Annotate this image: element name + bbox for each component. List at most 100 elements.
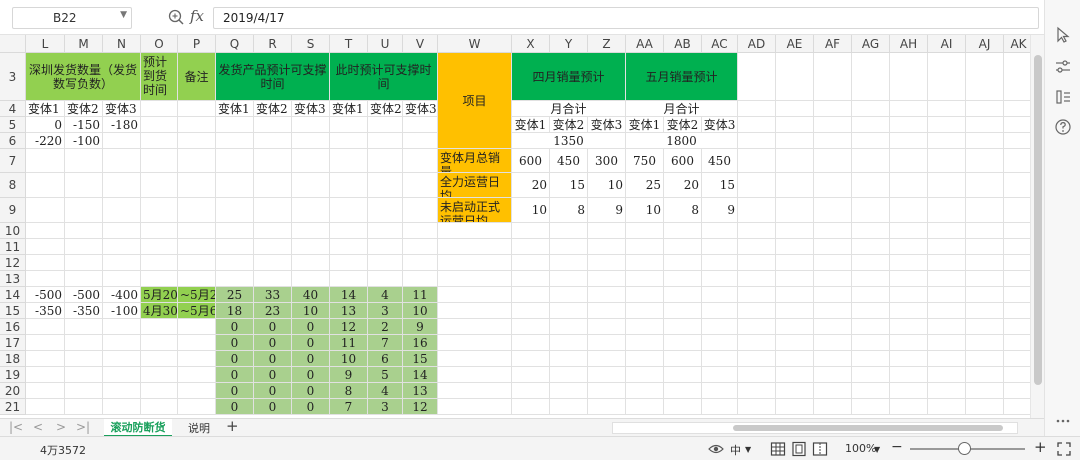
forecast-value[interactable]: 25 (626, 173, 664, 198)
empty-cell[interactable] (216, 173, 254, 198)
column-header[interactable]: AC (702, 35, 738, 53)
column-header[interactable]: AD (738, 35, 776, 53)
empty-cell[interactable] (1004, 101, 1030, 117)
support-time-value[interactable]: 0 (216, 399, 254, 415)
empty-cell[interactable] (438, 303, 512, 319)
empty-cell[interactable] (626, 287, 664, 303)
empty-cell[interactable] (702, 335, 738, 351)
empty-cell[interactable] (966, 149, 1004, 173)
support-time-value[interactable]: 0 (254, 383, 292, 399)
empty-cell[interactable] (966, 173, 1004, 198)
empty-cell[interactable] (368, 149, 403, 173)
empty-cell[interactable] (814, 367, 852, 383)
empty-cell[interactable] (550, 223, 588, 239)
variant-label[interactable]: 变体1 (330, 101, 368, 117)
empty-cell[interactable] (852, 319, 890, 335)
row-header[interactable]: 21 (0, 399, 26, 415)
empty-cell[interactable] (664, 367, 702, 383)
empty-cell[interactable] (103, 383, 141, 399)
empty-cell[interactable] (588, 335, 626, 351)
empty-cell[interactable] (512, 223, 550, 239)
support-time-value[interactable]: 18 (216, 303, 254, 319)
empty-cell[interactable] (141, 173, 178, 198)
remark-value[interactable]: ~5月2 (178, 287, 216, 303)
empty-cell[interactable] (626, 239, 664, 255)
input-language[interactable]: 中 (730, 442, 741, 458)
empty-cell[interactable] (738, 223, 776, 239)
support-time-value[interactable]: 10 (292, 303, 330, 319)
empty-cell[interactable] (814, 133, 852, 149)
shipping-value[interactable]: -180 (103, 117, 141, 133)
empty-cell[interactable] (512, 287, 550, 303)
empty-cell[interactable] (702, 271, 738, 287)
empty-cell[interactable] (178, 255, 216, 271)
empty-cell[interactable] (141, 271, 178, 287)
empty-cell[interactable] (438, 271, 512, 287)
item-header[interactable]: 项目 (438, 53, 512, 149)
spreadsheet-grid[interactable]: L M N O P Q R S T U V W X Y Z AA AB AC AD AE AF AG AH AI AJ AK 3 4 5… (0, 35, 1030, 418)
empty-cell[interactable] (890, 303, 928, 319)
empty-cell[interactable] (403, 239, 438, 255)
column-header[interactable]: N (103, 35, 141, 53)
empty-cell[interactable] (254, 117, 292, 133)
column-header[interactable]: AK (1004, 35, 1030, 53)
empty-cell[interactable] (664, 287, 702, 303)
page-layout-icon[interactable] (791, 441, 807, 457)
variant-label[interactable]: 变体3 (103, 101, 141, 117)
last-sheet-icon[interactable]: >| (76, 420, 90, 434)
empty-cell[interactable] (1004, 303, 1030, 319)
forecast-value[interactable]: 8 (664, 198, 702, 223)
zoom-slider-knob[interactable] (958, 442, 971, 455)
empty-cell[interactable] (588, 255, 626, 271)
empty-cell[interactable] (776, 383, 814, 399)
empty-cell[interactable] (664, 255, 702, 271)
empty-cell[interactable] (776, 399, 814, 415)
empty-cell[interactable] (216, 271, 254, 287)
empty-cell[interactable] (1004, 239, 1030, 255)
support-time-value[interactable]: 3 (368, 399, 403, 415)
empty-cell[interactable] (141, 383, 178, 399)
empty-cell[interactable] (550, 255, 588, 271)
support-time-value[interactable]: 15 (403, 351, 438, 367)
empty-cell[interactable] (852, 173, 890, 198)
arrival-time-header[interactable]: 预计到货时间 (141, 53, 178, 101)
empty-cell[interactable] (738, 133, 776, 149)
empty-cell[interactable] (966, 271, 1004, 287)
support-time-value[interactable]: 13 (330, 303, 368, 319)
support-time-value[interactable]: 3 (368, 303, 403, 319)
variant-label[interactable]: 变体3 (403, 101, 438, 117)
empty-cell[interactable] (966, 319, 1004, 335)
empty-cell[interactable] (966, 133, 1004, 149)
empty-cell[interactable] (403, 149, 438, 173)
row-header[interactable]: 11 (0, 239, 26, 255)
empty-cell[interactable] (966, 101, 1004, 117)
column-header[interactable]: R (254, 35, 292, 53)
empty-cell[interactable] (550, 287, 588, 303)
empty-cell[interactable] (550, 319, 588, 335)
remarks-header[interactable]: 备注 (178, 53, 216, 101)
empty-cell[interactable] (966, 383, 1004, 399)
empty-cell[interactable] (438, 287, 512, 303)
empty-cell[interactable] (512, 319, 550, 335)
empty-cell[interactable] (852, 271, 890, 287)
empty-cell[interactable] (814, 303, 852, 319)
grid-cell[interactable] (141, 101, 178, 117)
empty-cell[interactable] (928, 383, 966, 399)
empty-cell[interactable] (103, 173, 141, 198)
empty-cell[interactable] (141, 223, 178, 239)
empty-cell[interactable] (852, 287, 890, 303)
empty-cell[interactable] (1004, 351, 1030, 367)
empty-cell[interactable] (26, 173, 65, 198)
empty-cell[interactable] (928, 133, 966, 149)
forecast-value[interactable]: 15 (702, 173, 738, 198)
forecast-value[interactable]: 20 (664, 173, 702, 198)
empty-cell[interactable] (890, 271, 928, 287)
empty-cell[interactable] (966, 53, 1004, 101)
empty-cell[interactable] (738, 335, 776, 351)
empty-cell[interactable] (890, 399, 928, 415)
monthly-total-label[interactable]: 月合计 (626, 101, 738, 117)
row-header[interactable]: 15 (0, 303, 26, 319)
empty-cell[interactable] (65, 351, 103, 367)
empty-cell[interactable] (890, 198, 928, 223)
empty-cell[interactable] (776, 149, 814, 173)
